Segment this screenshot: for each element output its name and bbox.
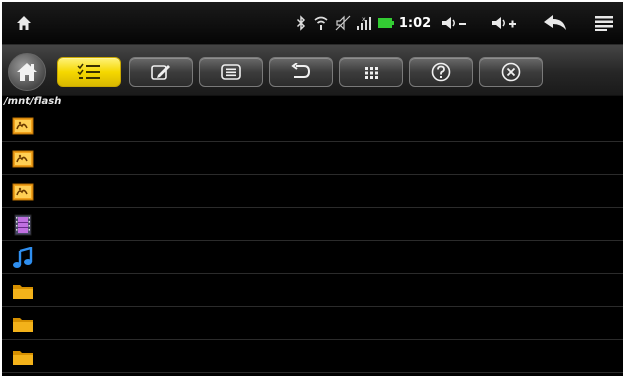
image-file-icon <box>12 117 34 135</box>
list-item[interactable] <box>2 175 623 208</box>
folder-icon <box>13 318 33 332</box>
help-icon <box>431 62 451 82</box>
toolbar <box>2 45 623 96</box>
undo-icon <box>291 63 311 78</box>
bluetooth-icon <box>294 2 308 44</box>
list-view-icon <box>221 64 241 80</box>
volume-up-icon[interactable] <box>489 2 519 44</box>
back-icon[interactable] <box>539 2 571 44</box>
edit-button[interactable] <box>129 57 193 87</box>
grid-view-button[interactable] <box>339 57 403 87</box>
close-button[interactable] <box>479 57 543 87</box>
grid-view-icon <box>365 67 378 79</box>
multi-select-icon <box>77 63 100 79</box>
volume-down-icon[interactable] <box>439 2 469 44</box>
wifi-icon <box>313 2 329 44</box>
help-button[interactable] <box>409 57 473 87</box>
screen: x 1:02 /mnt/flash <box>2 2 623 376</box>
signal-icon: x <box>354 2 372 44</box>
folder-icon <box>13 285 33 299</box>
undo-button[interactable] <box>269 57 333 87</box>
clock-time: 1:02 <box>398 15 432 31</box>
multi-select-button[interactable] <box>57 57 121 87</box>
edit-icon <box>151 65 170 80</box>
list-item[interactable] <box>2 241 623 274</box>
list-item[interactable] <box>2 274 623 307</box>
file-list <box>2 109 623 373</box>
battery-icon <box>376 2 396 44</box>
list-item[interactable] <box>2 109 623 142</box>
list-view-button[interactable] <box>199 57 263 87</box>
list-item[interactable] <box>2 142 623 175</box>
menu-icon[interactable] <box>592 2 616 44</box>
sound-muted-icon <box>334 2 352 44</box>
home-status-icon[interactable] <box>12 2 36 44</box>
status-bar: x 1:02 <box>2 2 623 45</box>
home-button[interactable] <box>8 53 46 91</box>
folder-icon <box>13 351 33 365</box>
close-icon <box>501 62 521 82</box>
list-item[interactable] <box>2 307 623 340</box>
music-file-icon <box>13 247 33 268</box>
svg-text:x: x <box>362 16 366 23</box>
image-file-icon <box>12 183 34 201</box>
list-item[interactable] <box>2 340 623 373</box>
image-file-icon <box>12 150 34 168</box>
video-file-icon <box>14 214 32 236</box>
current-path: /mnt/flash <box>4 96 62 107</box>
list-item[interactable] <box>2 208 623 241</box>
home-icon <box>17 63 37 81</box>
